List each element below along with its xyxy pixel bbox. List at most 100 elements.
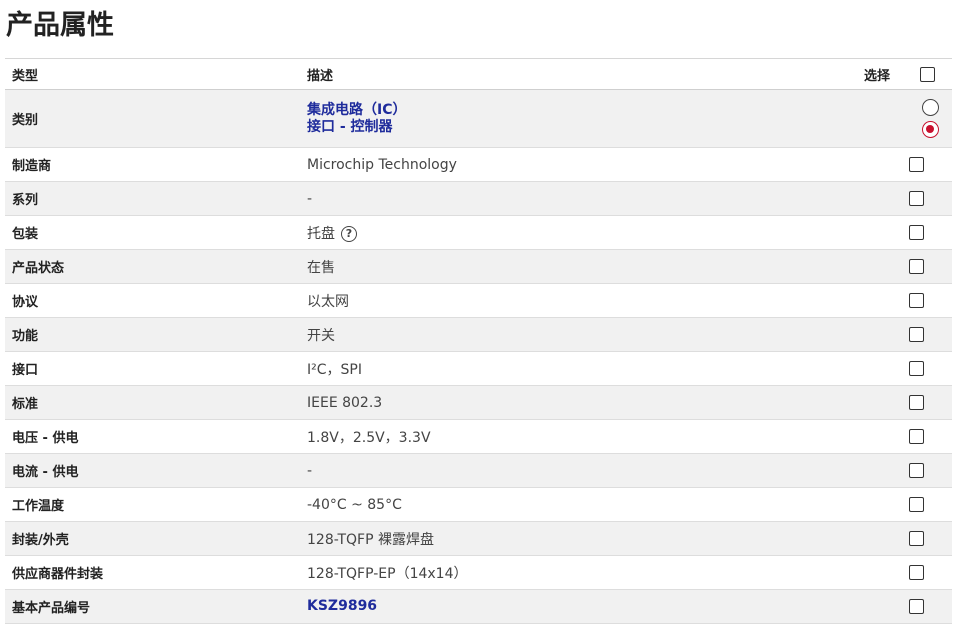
select-checkbox[interactable] — [909, 259, 924, 274]
select-cell — [902, 522, 952, 556]
attribute-type: 电流 - 供电 — [12, 465, 79, 480]
attribute-description: 托盘? — [300, 216, 852, 250]
attribute-description: I²C，SPI — [300, 352, 852, 386]
select-checkbox[interactable] — [909, 463, 924, 478]
attribute-type: 包装 — [12, 227, 39, 242]
spacer-cell — [852, 318, 902, 352]
spacer-cell — [852, 284, 902, 318]
category-radio-button[interactable] — [922, 99, 939, 116]
select-cell — [902, 386, 952, 420]
attribute-description: - — [300, 182, 852, 216]
attribute-type: 供应商器件封装 — [12, 567, 104, 582]
select-all-checkbox[interactable] — [919, 66, 935, 82]
attribute-description: -40°C ~ 85°C — [300, 488, 852, 522]
attribute-type: 类别 — [12, 113, 39, 128]
table-row: 基本产品编号 KSZ9896 — [5, 589, 952, 624]
attribute-description: IEEE 802.3 — [300, 386, 852, 420]
category-radio-button[interactable] — [922, 121, 939, 138]
spacer-cell — [852, 522, 902, 556]
attribute-description: - — [300, 454, 852, 488]
table-row: 系列 - — [5, 181, 952, 216]
select-checkbox[interactable] — [909, 531, 924, 546]
attribute-value-link[interactable]: 集成电路（IC） — [307, 102, 852, 119]
table-row: 封装/外壳 128-TQFP 裸露焊盘 — [5, 521, 952, 556]
table-row: 供应商器件封装 128-TQFP-EP（14x14） — [5, 555, 952, 590]
select-cell — [902, 182, 952, 216]
table-row: 协议 以太网 — [5, 283, 952, 318]
category-radio-group — [909, 99, 952, 138]
attribute-type: 功能 — [12, 329, 39, 344]
table-row: 类别 集成电路（IC） 接口 - 控制器 — [5, 89, 952, 148]
select-cell — [902, 556, 952, 590]
select-checkbox[interactable] — [909, 429, 924, 444]
attribute-value: 1.8V，2.5V，3.3V — [307, 429, 431, 446]
attribute-description: 128-TQFP 裸露焊盘 — [300, 522, 852, 556]
spacer-cell — [852, 488, 902, 522]
attribute-type: 电压 - 供电 — [12, 431, 79, 446]
attribute-type: 制造商 — [12, 159, 52, 174]
table-row: 接口 I²C，SPI — [5, 351, 952, 386]
table-row: 包装 托盘? — [5, 215, 952, 250]
attribute-type: 系列 — [12, 193, 39, 208]
attribute-description: 在售 — [300, 250, 852, 284]
attribute-value: 托盘 — [307, 225, 335, 242]
spacer-cell — [852, 148, 902, 182]
table-row: 制造商 Microchip Technology — [5, 147, 952, 182]
spacer-cell — [852, 182, 902, 216]
attribute-description: Microchip Technology — [300, 148, 852, 182]
table-header-row: 类型 描述 选择 — [5, 58, 952, 90]
spacer-cell — [852, 590, 902, 624]
table-row: 功能 开关 — [5, 317, 952, 352]
select-checkbox[interactable] — [909, 157, 924, 172]
table-row: 标准 IEEE 802.3 — [5, 385, 952, 420]
select-cell — [902, 148, 952, 182]
select-cell — [902, 454, 952, 488]
attribute-value: - — [307, 190, 313, 207]
select-checkbox[interactable] — [909, 191, 924, 206]
select-checkbox[interactable] — [909, 599, 924, 614]
spacer-cell — [852, 420, 902, 454]
select-checkbox[interactable] — [909, 361, 924, 376]
attribute-description: KSZ9896 — [300, 590, 852, 624]
attribute-value: 开关 — [307, 327, 335, 344]
attribute-type: 接口 — [12, 363, 39, 378]
attribute-type: 基本产品编号 — [12, 601, 91, 616]
attribute-description: 128-TQFP-EP（14x14） — [300, 556, 852, 590]
attribute-type: 协议 — [12, 295, 39, 310]
attribute-value: - — [307, 462, 313, 479]
select-cell — [902, 352, 952, 386]
attribute-value: 以太网 — [307, 293, 349, 310]
attributes-table: 类型 描述 选择 类别 集成电路（IC） 接口 - 控制器制造商 Microchip … — [5, 58, 952, 624]
select-checkbox[interactable] — [909, 225, 924, 240]
attribute-value-link[interactable]: 接口 - 控制器 — [307, 119, 852, 136]
spacer-cell — [852, 250, 902, 284]
attribute-description: 开关 — [300, 318, 852, 352]
table-row: 工作温度 -40°C ~ 85°C — [5, 487, 952, 522]
select-checkbox[interactable] — [909, 293, 924, 308]
spacer-cell — [852, 556, 902, 590]
attribute-type: 标准 — [12, 397, 39, 412]
select-checkbox[interactable] — [909, 327, 924, 342]
attribute-value: 128-TQFP 裸露焊盘 — [307, 531, 435, 548]
header-description: 描述 — [307, 68, 334, 84]
page-title: 产品属性 — [6, 10, 114, 41]
select-checkbox[interactable] — [909, 497, 924, 512]
attribute-type: 封装/外壳 — [12, 533, 69, 548]
select-cell — [902, 216, 952, 250]
table-row: 电流 - 供电 - — [5, 453, 952, 488]
attribute-value: Microchip Technology — [307, 156, 457, 173]
spacer-cell — [852, 386, 902, 420]
attribute-value-link[interactable]: KSZ9896 — [307, 598, 377, 614]
attribute-value: 在售 — [307, 259, 335, 276]
select-cell — [902, 590, 952, 624]
select-cell — [902, 90, 952, 148]
select-cell — [902, 250, 952, 284]
table-body: 类别 集成电路（IC） 接口 - 控制器制造商 Microchip Technolog… — [5, 89, 952, 624]
attribute-description: 以太网 — [300, 284, 852, 318]
help-question-icon[interactable]: ? — [341, 225, 357, 242]
select-checkbox[interactable] — [909, 395, 924, 410]
spacer-cell — [852, 352, 902, 386]
select-checkbox[interactable] — [909, 565, 924, 580]
attribute-value: 128-TQFP-EP（14x14） — [307, 565, 468, 582]
spacer-cell — [852, 90, 902, 148]
